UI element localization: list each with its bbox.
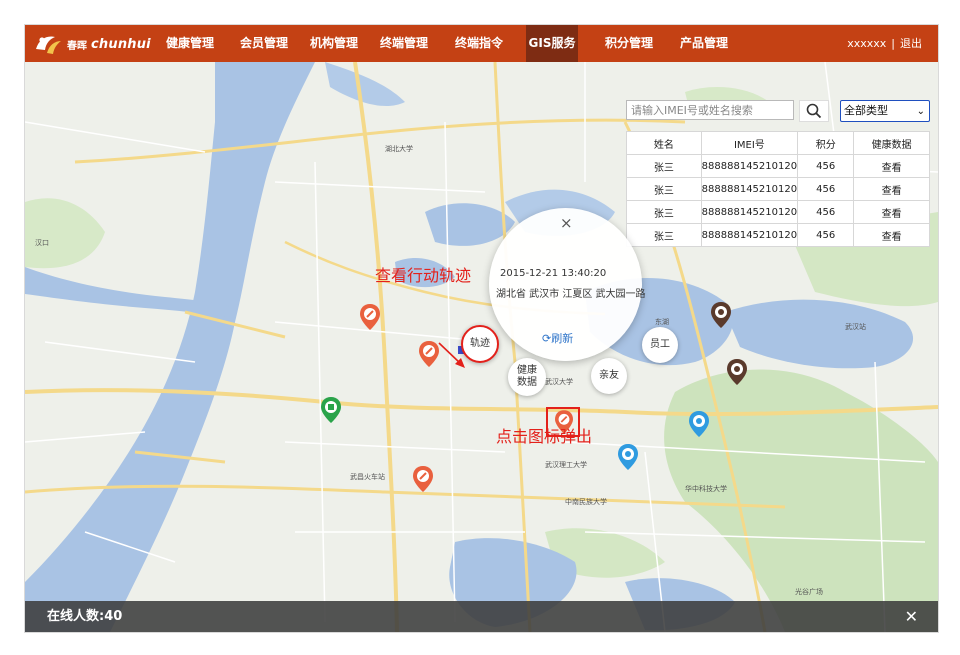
map-marker-icon[interactable] [727,359,747,385]
annotation-view-track: 查看行动轨迹 [375,266,472,285]
track-label: 轨迹 [470,338,490,349]
map-marker-icon[interactable] [360,304,380,330]
view-health-link[interactable]: 查看 [853,154,930,178]
cell-imei: 888888145210120 [700,200,799,224]
nav-institutions[interactable]: 机构管理 [301,25,367,62]
table-row[interactable]: 张三 888888145210120 456 查看 [626,154,930,178]
map-label: 光谷广场 [795,588,823,596]
family-label: 亲友 [599,370,619,381]
map-label: 武汉站 [845,323,866,331]
map-label: 武汉理工大学 [545,461,587,469]
cell-name: 张三 [626,177,702,201]
popup-address: 湖北省 武汉市 江夏区 武大园一路 [496,289,646,300]
col-name: 姓名 [626,131,702,155]
logout-link[interactable]: 退出 [900,37,922,50]
refresh-icon: ⟳ [542,332,552,345]
online-count: 在线人数:40 [47,609,123,624]
nav-members[interactable]: 会员管理 [231,25,297,62]
table-row[interactable]: 张三 888888145210120 456 查看 [626,223,930,247]
user-area: xxxxxx | 退出 [847,25,922,62]
family-button[interactable]: 亲友 [591,358,627,394]
track-button[interactable]: 轨迹 [461,325,499,363]
annotation-click-icon: 点击图标弹出 [496,427,593,446]
refresh-label: 刷新 [551,332,574,345]
table-row[interactable]: 张三 888888145210120 456 查看 [626,200,930,224]
cell-name: 张三 [626,223,702,247]
map-marker-icon[interactable] [413,466,433,492]
col-imei: IMEI号 [700,131,799,155]
map-label: 汉口 [35,239,49,247]
username[interactable]: xxxxxx [847,37,886,50]
col-health: 健康数据 [853,131,930,155]
nav-products[interactable]: 产品管理 [671,25,737,62]
map-label: 中南民族大学 [565,498,607,506]
brand-en: chunhui [91,36,151,52]
cell-imei: 888888145210120 [700,177,799,201]
health-data-label: 健康 数据 [517,365,537,388]
cell-imei: 888888145210120 [700,223,799,247]
map-marker-icon[interactable] [689,411,709,437]
search-icon [806,103,822,119]
top-nav: 春晖 chunhui 健康管理 会员管理 机构管理 终端管理 终端指令 GIS服… [25,25,938,62]
cell-name: 张三 [626,200,702,224]
map-label: 湖北大学 [385,145,413,153]
nav-health[interactable]: 健康管理 [157,25,223,62]
cell-points: 456 [797,200,855,224]
location-popup: × 2015-12-21 13:40:20 湖北省 武汉市 江夏区 武大园一路 … [489,208,646,361]
chevron-down-icon: ⌄ [916,106,925,117]
nav-terminal-commands[interactable]: 终端指令 [446,25,512,62]
map-label: 华中科技大学 [685,485,727,493]
results-table: 姓名 IMEI号 积分 健康数据 张三 888888145210120 456 … [626,131,930,247]
view-health-link[interactable]: 查看 [853,200,930,224]
map-marker-icon[interactable] [321,397,341,423]
online-status-bar: 在线人数:40 ✕ [25,601,938,632]
search-button[interactable] [799,100,829,122]
map-marker-icon[interactable] [618,444,638,470]
nav-terminals[interactable]: 终端管理 [371,25,437,62]
table-row[interactable]: 张三 888888145210120 456 查看 [626,177,930,201]
map-marker-icon[interactable] [711,302,731,328]
cell-imei: 888888145210120 [700,154,799,178]
view-health-link[interactable]: 查看 [853,223,930,247]
view-health-link[interactable]: 查看 [853,177,930,201]
nav-gis[interactable]: GIS服务 [526,25,578,62]
health-data-button[interactable]: 健康 数据 [508,358,546,396]
cell-points: 456 [797,177,855,201]
cell-points: 456 [797,154,855,178]
col-points: 积分 [797,131,855,155]
logo-icon [36,36,61,54]
close-icon[interactable]: × [560,214,573,232]
table-header-row: 姓名 IMEI号 积分 健康数据 [626,131,930,155]
map-label: 武汉大学 [545,378,573,386]
map-marker-icon[interactable] [419,341,439,367]
nav-separator: | [891,37,895,50]
type-select[interactable]: 全部类型 ⌄ [840,100,930,122]
brand-logo[interactable]: 春晖 chunhui [33,31,151,57]
nav-points[interactable]: 积分管理 [596,25,662,62]
map-label: 东湖 [655,318,669,326]
search-input[interactable] [626,100,794,120]
close-icon[interactable]: ✕ [905,601,918,632]
popup-timestamp: 2015-12-21 13:40:20 [500,268,607,279]
staff-label: 员工 [650,339,670,350]
cell-points: 456 [797,223,855,247]
brand-cn: 春晖 [67,40,87,52]
map-label: 武昌火车站 [350,473,385,481]
refresh-button[interactable]: ⟳刷新 [542,330,573,346]
gis-app: 春晖 chunhui 健康管理 会员管理 机构管理 终端管理 终端指令 GIS服… [24,24,939,633]
staff-button[interactable]: 员工 [642,327,678,363]
cell-name: 张三 [626,154,702,178]
type-select-value: 全部类型 [844,104,888,117]
